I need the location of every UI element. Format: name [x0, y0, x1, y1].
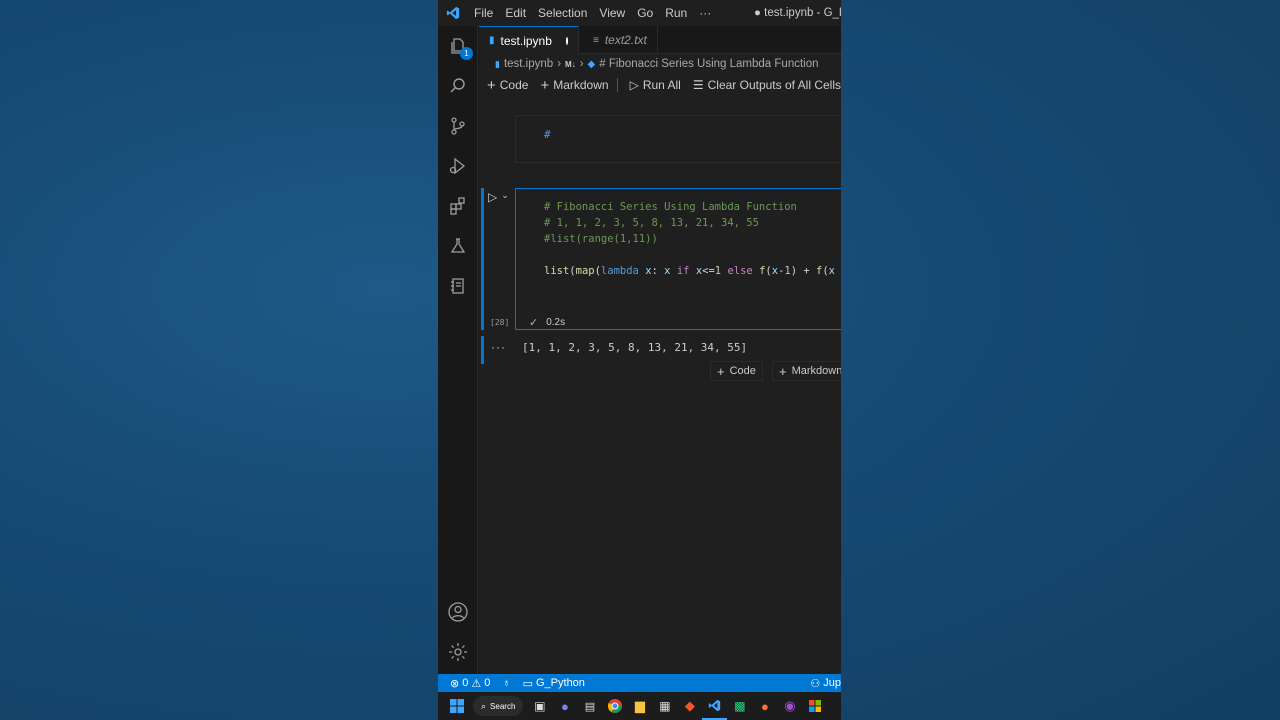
menu-file[interactable]: File	[468, 0, 499, 26]
markdown-icon: M↓	[565, 59, 576, 69]
execution-count: [28]	[490, 318, 510, 327]
code-line: list(map(lambda x: x if x<=1 else f(x-1)…	[544, 265, 835, 277]
ports-status[interactable]: ♁	[496, 677, 516, 689]
brave-icon[interactable]: ◆	[677, 692, 702, 720]
terminal-icon[interactable]: ▤	[577, 692, 602, 720]
notebook-editor: # ▷ ⌄ # Fibonacci Series Using Lambda Fu…	[479, 96, 841, 674]
cell-output: [1, 1, 2, 3, 5, 8, 13, 21, 34, 55]	[522, 341, 748, 354]
firefox-icon[interactable]: ●	[752, 692, 777, 720]
taskbar-search[interactable]: ⌕ Search	[473, 696, 524, 716]
vscode-logo-icon	[438, 0, 468, 26]
chevron-right-icon: ›	[557, 58, 562, 70]
editor-tabs: ▮ test.ipynb ≡ text2.txt	[479, 26, 841, 54]
warning-icon: ⚠	[471, 677, 482, 690]
windows-start-icon[interactable]	[444, 692, 469, 720]
broadcast-icon: ♁	[502, 677, 511, 689]
breadcrumb-file[interactable]: test.ipynb	[504, 58, 553, 70]
cell-status: ✓ 0.2s	[529, 316, 565, 329]
chrome-icon[interactable]	[602, 692, 627, 720]
code-editor[interactable]: # Fibonacci Series Using Lambda Function…	[544, 199, 835, 279]
menu-view[interactable]: View	[593, 0, 631, 26]
breadcrumb-heading[interactable]: # Fibonacci Series Using Lambda Function	[599, 58, 818, 70]
clear-all-icon: ☰	[692, 78, 704, 92]
account-icon[interactable]	[446, 600, 470, 624]
output-more-icon[interactable]: ···	[491, 340, 506, 354]
run-debug-icon[interactable]	[446, 154, 470, 178]
plus-icon: +	[487, 76, 496, 94]
windows-taskbar: ⌕ Search ▣ ● ▤ ▆ ▦ ◆ ▩ ● ◉	[438, 692, 841, 720]
menu-bar: File Edit Selection View Go Run ···	[468, 0, 717, 26]
run-all-button[interactable]: ▷ Run All	[630, 78, 681, 92]
tab-label: text2.txt	[604, 33, 647, 47]
menu-more[interactable]: ···	[693, 0, 717, 26]
chat-icon[interactable]: ●	[552, 692, 577, 720]
activity-bar: 1	[438, 26, 478, 674]
tor-browser-icon[interactable]: ◉	[777, 692, 802, 720]
status-bar: ⊗ 0 ⚠ 0 ♁ ▭ G_Python ⚇ Jup	[438, 674, 841, 692]
jupyter-icon: ⚇	[810, 677, 821, 690]
extensions-icon[interactable]	[446, 194, 470, 218]
window-title: ● test.ipynb - G_Pyt	[754, 7, 841, 19]
execution-duration: 0.2s	[546, 317, 566, 328]
testing-flask-icon[interactable]	[446, 234, 470, 258]
menu-run[interactable]: Run	[659, 0, 693, 26]
chevron-down-icon[interactable]: ⌄	[501, 190, 509, 204]
problems-status[interactable]: ⊗ 0 ⚠ 0	[438, 677, 496, 690]
tab-test-ipynb[interactable]: ▮ test.ipynb	[479, 26, 579, 54]
menu-selection[interactable]: Selection	[532, 0, 593, 26]
code-cell[interactable]: # Fibonacci Series Using Lambda Function…	[515, 188, 841, 330]
toolbar-divider	[616, 78, 618, 92]
pycharm-icon[interactable]: ▩	[727, 692, 752, 720]
output-focus-indicator	[481, 336, 484, 364]
vscode-window: File Edit Selection View Go Run ··· ● te…	[438, 0, 841, 720]
explorer-badge: 1	[460, 47, 473, 60]
notebook-toolbar: + Code + Markdown ▷ Run All ☰ Clear Outp…	[479, 74, 841, 96]
task-view-icon[interactable]: ▣	[527, 692, 552, 720]
run-all-icon: ▷	[629, 78, 639, 92]
add-code-cell-button[interactable]: + Code	[487, 77, 528, 94]
play-icon: ▷	[488, 190, 498, 204]
error-icon: ⊗	[450, 677, 460, 690]
markdown-cell-text[interactable]: #	[544, 128, 551, 141]
folder-status[interactable]: ▭ G_Python	[517, 677, 591, 690]
unsaved-dot-icon[interactable]	[565, 36, 568, 45]
title-bar: File Edit Selection View Go Run ··· ● te…	[438, 0, 841, 26]
search-icon: ⌕	[481, 700, 487, 711]
python-icon: ◆	[587, 58, 596, 70]
app-grid-icon[interactable]	[802, 692, 827, 720]
source-control-icon[interactable]	[446, 114, 470, 138]
breadcrumb: ▮ test.ipynb › M↓ › ◆ # Fibonacci Series…	[479, 54, 841, 74]
insert-markdown-cell-button[interactable]: + Markdown	[772, 361, 841, 381]
file-explorer-icon[interactable]: ▆	[627, 692, 652, 720]
menu-edit[interactable]: Edit	[499, 0, 532, 26]
plus-icon: +	[540, 76, 550, 94]
code-line: # Fibonacci Series Using Lambda Function	[544, 201, 797, 213]
insert-code-cell-button[interactable]: + Code	[710, 361, 763, 381]
code-line: # 1, 1, 2, 3, 5, 8, 13, 21, 34, 55	[544, 217, 759, 229]
vscode-taskbar-icon[interactable]	[702, 692, 728, 720]
markdown-cell[interactable]: #	[515, 115, 841, 163]
notebook-file-icon: ▮	[489, 35, 495, 46]
checkmark-icon: ✓	[529, 317, 539, 329]
notebook-icon[interactable]	[446, 274, 470, 298]
settings-gear-icon[interactable]	[446, 640, 470, 664]
search-icon[interactable]	[446, 74, 470, 98]
cell-focus-indicator	[481, 188, 484, 330]
run-cell-button[interactable]: ▷ ⌄	[488, 190, 509, 204]
text-file-icon: ≡	[593, 34, 599, 46]
tab-text2-txt[interactable]: ≡ text2.txt	[579, 26, 658, 54]
folder-icon: ▭	[522, 677, 533, 690]
menu-go[interactable]: Go	[631, 0, 659, 26]
plus-icon: +	[717, 363, 725, 379]
plus-icon: +	[779, 363, 787, 379]
store-icon[interactable]: ▦	[652, 692, 677, 720]
code-line: #list(range(1,11))	[544, 233, 658, 245]
chevron-right-icon: ›	[579, 58, 584, 70]
clear-outputs-button[interactable]: ☰ Clear Outputs of All Cells	[693, 78, 841, 92]
notebook-file-icon: ▮	[495, 58, 500, 69]
explorer-icon[interactable]: 1	[446, 34, 473, 60]
tab-label: test.ipynb	[500, 33, 552, 48]
kernel-status[interactable]: ⚇ Jup	[804, 677, 841, 690]
add-markdown-cell-button[interactable]: + Markdown	[540, 77, 608, 94]
